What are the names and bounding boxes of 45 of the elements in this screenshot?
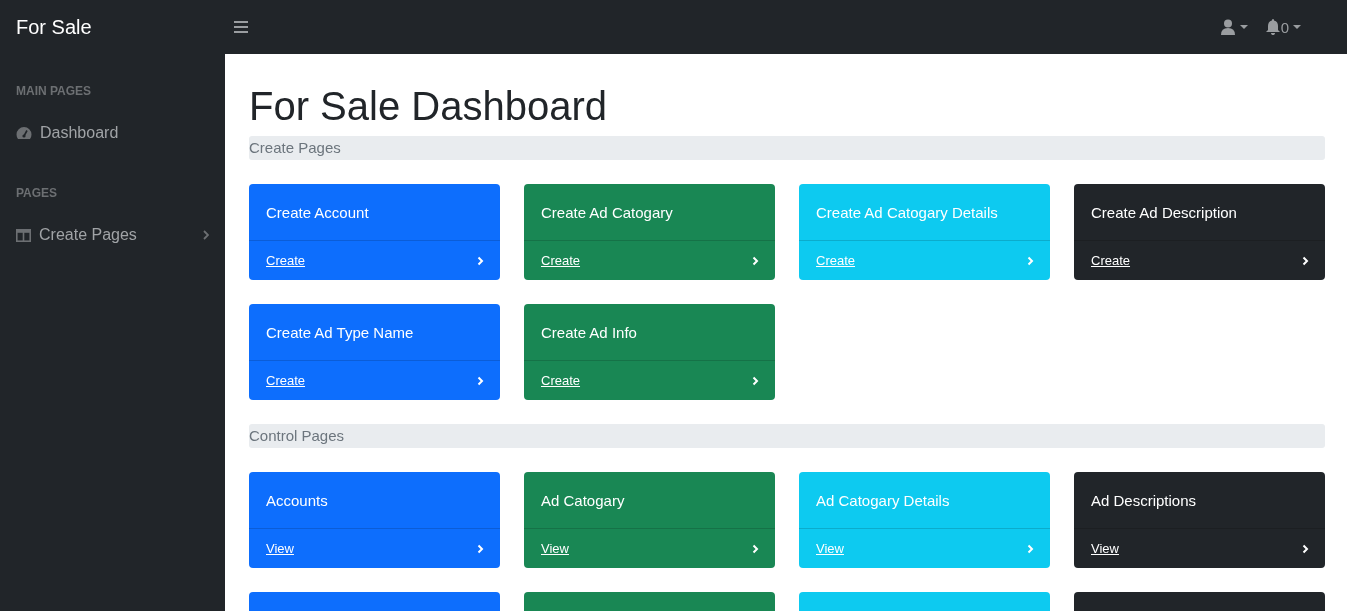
card-link[interactable]: Create xyxy=(541,373,581,388)
card-link[interactable]: Create xyxy=(1091,253,1131,268)
card-title: Ad Catogary Details xyxy=(799,472,1050,529)
brand-title[interactable]: For Sale xyxy=(0,15,225,39)
card-link[interactable]: Create xyxy=(266,253,306,268)
card-link[interactable]: View xyxy=(541,541,569,556)
card-title: Ad Descriptions xyxy=(1074,472,1325,529)
chevron-icon xyxy=(1027,543,1034,554)
card-title: Create Ad Catogary xyxy=(524,184,775,241)
card-title: Ad Catogary xyxy=(524,472,775,529)
chevron-icon xyxy=(1302,543,1309,554)
card-title: Accounts xyxy=(249,472,500,529)
card-title: Create Ad Catogary Details xyxy=(799,184,1050,241)
card-title: Create Ad Description xyxy=(1074,184,1325,241)
card-title: Create Ad Type Name xyxy=(249,304,500,361)
sidebar-heading: MAIN PAGES xyxy=(15,84,93,98)
section-heading: Create Pages xyxy=(249,136,1325,160)
chevron-icon xyxy=(477,375,484,386)
sidebar-item[interactable]: Create Pages xyxy=(0,226,225,244)
card-title: Create Ad Info xyxy=(524,304,775,361)
chevron-icon xyxy=(752,543,759,554)
chevron-icon xyxy=(1027,255,1034,266)
page-title: For Sale Dashboard xyxy=(249,83,608,130)
chevron-icon xyxy=(752,255,759,266)
card-link[interactable]: Create xyxy=(266,373,306,388)
columns-icon xyxy=(16,228,31,242)
chevron-icon xyxy=(1302,255,1309,266)
menu-icon[interactable] xyxy=(234,21,248,33)
card-link[interactable]: Create xyxy=(541,253,581,268)
section-heading: Control Pages xyxy=(249,424,1325,448)
gauge-icon xyxy=(16,126,32,140)
card-link[interactable]: View xyxy=(266,541,294,556)
card-title: Create Account xyxy=(249,184,500,241)
caret-icon xyxy=(1293,25,1301,29)
card-link[interactable]: View xyxy=(1091,541,1119,556)
sidebar-item[interactable]: Dashboard xyxy=(0,124,225,142)
notifications-dropdown[interactable]: 0 xyxy=(1265,18,1301,36)
chevron-icon xyxy=(477,543,484,554)
user-dropdown-icon[interactable] xyxy=(1220,19,1250,35)
chevron-icon xyxy=(477,255,484,266)
sidebar-heading: PAGES xyxy=(15,186,59,200)
bell-icon xyxy=(1265,19,1280,35)
chevron-icon xyxy=(752,375,759,386)
chevron-icon xyxy=(203,230,209,240)
notification-count: 0 xyxy=(1280,18,1289,36)
